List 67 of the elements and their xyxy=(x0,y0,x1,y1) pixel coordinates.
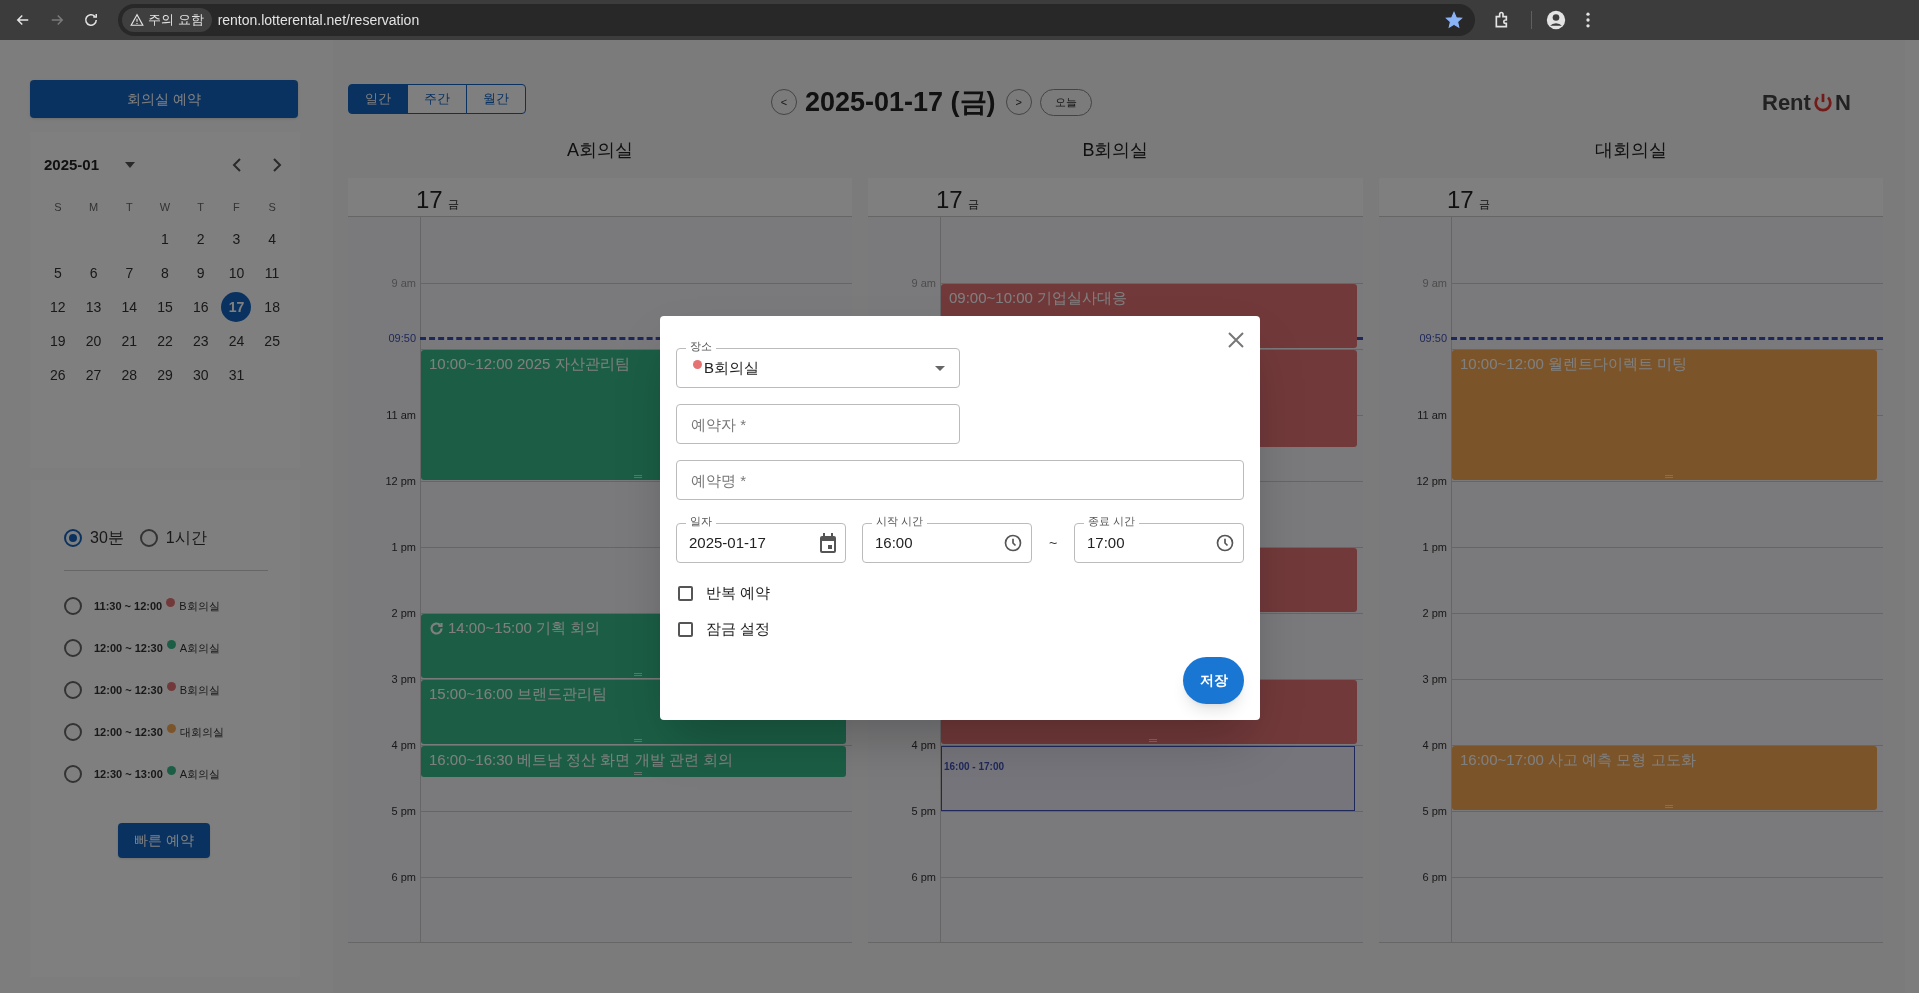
time-label: 5 pm xyxy=(911,803,936,819)
field-label: 시작 시간 xyxy=(872,516,928,527)
checkbox-label: 잠금 설정 xyxy=(706,618,771,639)
weekday-label: M xyxy=(88,199,99,215)
current-date: 2025-01-17 (금) xyxy=(805,86,996,119)
month-label: 2025-01 xyxy=(44,154,100,175)
field-label: 종료 시간 xyxy=(1084,516,1140,527)
day-number: 17 xyxy=(936,188,963,212)
day-number: 17 xyxy=(1447,188,1474,212)
event-title: 10:00~12:00 2025 자산관리팀 xyxy=(429,354,630,374)
weekday-label: W xyxy=(159,199,171,215)
slot-room: A회의실 xyxy=(179,766,221,782)
time-label: 2 pm xyxy=(391,605,416,621)
time-label: 1 pm xyxy=(1422,539,1447,555)
field-label: 장소 xyxy=(686,341,716,352)
event-title: 14:00~15:00 기획 회의 xyxy=(448,618,601,638)
day-name: 금 xyxy=(1478,196,1490,212)
current-time-label: 09:50 xyxy=(388,330,416,346)
time-label: 4 pm xyxy=(1422,737,1447,753)
slot-time: 12:30 ~ 13:00 xyxy=(94,766,163,782)
time-label: 6 pm xyxy=(1422,869,1447,885)
logo-text: Rent xyxy=(1762,89,1811,117)
time-label: 11 am xyxy=(1417,407,1447,423)
event-title: 15:00~16:00 브랜드관리팀 xyxy=(429,684,607,704)
slot-room: 대회의실 xyxy=(179,724,224,740)
url-text: renton.lotterental.net/reservation xyxy=(217,10,420,30)
event-title: 10:00~12:00 월렌트다이렉트 미팅 xyxy=(1460,354,1688,374)
time-label: 12 pm xyxy=(1416,473,1447,489)
slot-time: 12:00 ~ 12:30 xyxy=(94,724,163,740)
time-label: 1 pm xyxy=(391,539,416,555)
slot-time: 12:00 ~ 12:30 xyxy=(94,640,163,656)
slot-time: 11:30 ~ 12:00 xyxy=(94,598,163,614)
time-label: 4 pm xyxy=(391,737,416,753)
selection-time: 16:00 - 17:00 xyxy=(944,761,1005,772)
time-label: 4 pm xyxy=(911,737,936,753)
slot-room: B회의실 xyxy=(179,598,220,614)
day-name: 금 xyxy=(967,196,979,212)
weekday-label: S xyxy=(268,199,276,215)
checkbox-label: 반복 예약 xyxy=(706,582,771,603)
weekday-label: T xyxy=(125,199,133,215)
weekday-label: T xyxy=(197,199,205,215)
current-time-label: 09:50 xyxy=(1419,330,1447,346)
time-label: 2 pm xyxy=(1422,605,1447,621)
time-label: 5 pm xyxy=(1422,803,1447,819)
field-label: 일자 xyxy=(686,516,716,527)
slot-room: B회의실 xyxy=(179,682,221,698)
room-heading: B회의실 xyxy=(1082,138,1149,162)
room-heading: A회의실 xyxy=(567,138,633,162)
room-heading: 대회의실 xyxy=(1595,138,1667,162)
event-title: 16:00~17:00 사고 예측 모형 고도화 xyxy=(1460,750,1696,770)
slot-time: 12:00 ~ 12:30 xyxy=(94,682,163,698)
event-title: 16:00~16:30 베트남 정산 화면 개발 관련 회의 xyxy=(429,750,733,770)
time-label: 6 pm xyxy=(911,869,936,885)
logo-text: N xyxy=(1834,89,1851,117)
range-separator: ~ xyxy=(1047,533,1059,553)
time-label: 3 pm xyxy=(391,671,416,687)
time-label: 6 pm xyxy=(391,869,416,885)
slot-room: A회의실 xyxy=(179,640,221,656)
day-number: 17 xyxy=(416,188,443,212)
time-label: 11 am xyxy=(386,407,416,423)
time-label: 5 pm xyxy=(391,803,416,819)
day-name: 금 xyxy=(447,196,459,212)
event-title: 09:00~10:00 기업실사대응 xyxy=(949,288,1127,308)
time-label: 12 pm xyxy=(385,473,416,489)
weekday-label: F xyxy=(233,199,240,215)
weekday-label: S xyxy=(54,199,62,215)
time-label: 3 pm xyxy=(1422,671,1447,687)
